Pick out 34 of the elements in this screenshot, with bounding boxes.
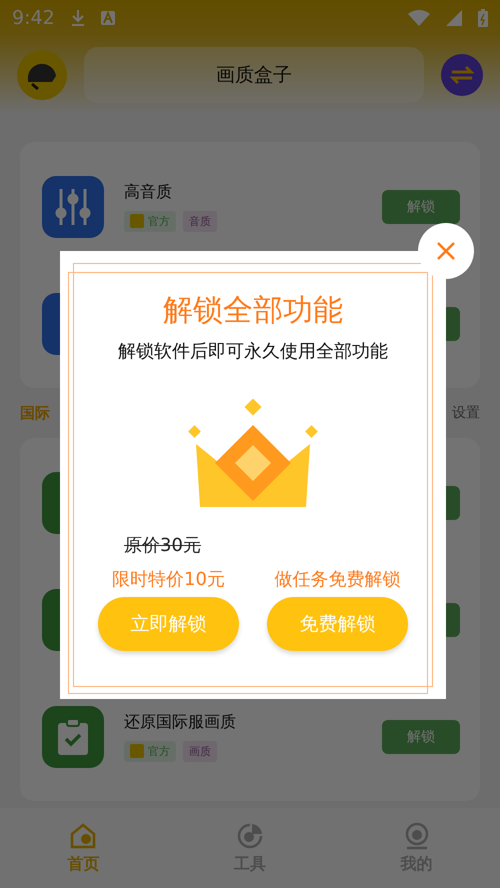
category-tag: 音质 [183,210,217,232]
feature-title: 高音质 [124,182,173,202]
sliders-icon [55,186,91,226]
feature-title: 还原国际服画质 [124,712,237,732]
signal-icon [446,10,462,26]
section-title: 国际 [20,404,50,422]
status-time: 9:42 [12,7,55,29]
offer-caption: 限时特价10元 [112,568,225,591]
dialog-title: 解锁全部功能 [163,292,343,330]
avatar[interactable] [17,50,67,100]
game-logo-icon [130,744,144,758]
original-price: 原价30元 [124,534,201,557]
app-notification-icon [100,11,115,25]
wifi-icon [408,10,430,26]
swap-arrows-icon [450,65,474,85]
unlock-button[interactable]: 解锁 [382,720,460,754]
swap-button[interactable] [441,54,483,96]
unlock-button[interactable]: 解锁 [382,190,460,224]
section-action[interactable]: 设置 [452,404,480,422]
official-tag: 官方 [124,740,176,762]
close-icon [436,241,456,261]
home-icon [69,822,98,850]
nav-tab[interactable]: 首页 [0,808,167,888]
battery-icon [478,9,488,27]
category-tag: 画质 [183,740,217,762]
dialog-subtitle: 解锁软件后即可永久使用全部功能 [118,340,388,363]
download-icon [70,10,85,26]
chart-icon [236,822,264,850]
unlock-offer-button[interactable]: 立即解锁 [98,597,239,651]
unlock-offer-button[interactable]: 免费解锁 [267,597,408,651]
official-tag: 官方 [124,210,176,232]
game-logo-icon [130,214,144,228]
clipboard-check-icon [57,718,89,756]
offer-caption: 做任务免费解锁 [274,568,400,591]
